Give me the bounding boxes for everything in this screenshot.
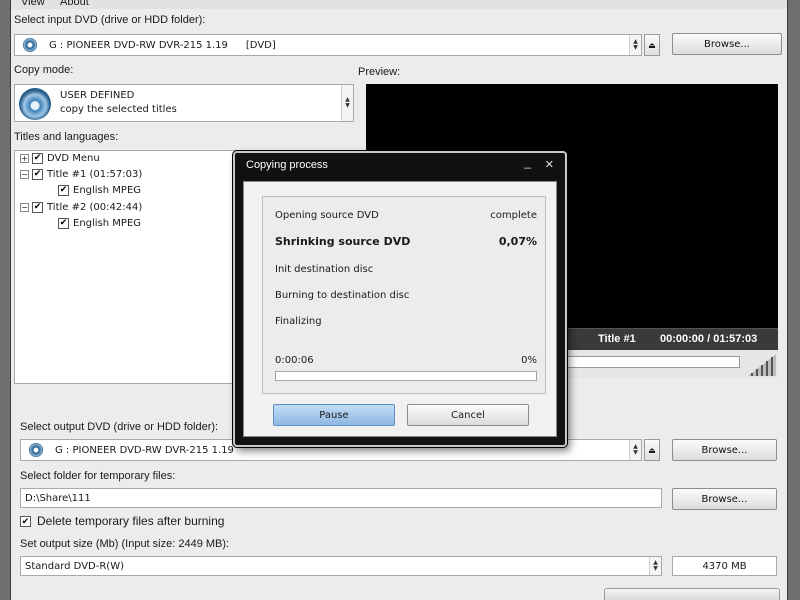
tree-item-title-2-audio[interactable]: ✔ English MPEG: [58, 218, 141, 229]
tree-item-title-1[interactable]: − ✔ Title #1 (01:57:03): [20, 169, 142, 180]
copying-process-dialog: Copying process _ ✕ Opening source DVD c…: [233, 151, 567, 447]
step-opening-status: complete: [490, 210, 537, 221]
delete-temp-checkbox[interactable]: ✔: [20, 515, 31, 527]
output-size-select[interactable]: Standard DVD-R(W) ▲ ▼: [20, 556, 662, 576]
dialog-minimize-button[interactable]: _: [524, 155, 531, 169]
output-dvd-label: Select output DVD (drive or HDD folder):: [20, 421, 219, 433]
expand-icon[interactable]: +: [20, 154, 29, 163]
cancel-button[interactable]: Cancel: [407, 404, 529, 426]
collapse-icon[interactable]: −: [20, 203, 29, 212]
output-size-spin[interactable]: ▲ ▼: [649, 557, 661, 575]
user-defined-icon: [19, 88, 51, 120]
titles-tree[interactable]: + ✔ DVD Menu − ✔ Title #1 (01:57:03) ✔ E…: [14, 150, 246, 384]
pause-button[interactable]: Pause: [273, 404, 395, 426]
output-dvd-spin[interactable]: ▲ ▼: [629, 440, 641, 460]
input-drive-type: [DVD]: [245, 39, 276, 51]
temp-browse-button[interactable]: Browse...: [672, 488, 777, 510]
input-drive-text: G : PIONEER DVD-RW DVR-215 1.19: [49, 39, 228, 51]
dialog-body: Opening source DVD complete Shrinking so…: [243, 181, 557, 437]
step-burning-name: Burning to destination disc: [275, 290, 410, 301]
menu-view[interactable]: View: [21, 0, 45, 8]
start-button[interactable]: [604, 588, 780, 600]
step-finalizing-name: Finalizing: [275, 316, 322, 327]
progress-bar: [275, 371, 537, 381]
temp-folder-label: Select folder for temporary files:: [20, 470, 176, 482]
checkbox-icon[interactable]: ✔: [32, 169, 43, 180]
progress-percent: 0%: [521, 355, 537, 366]
copy-mode-label: Copy mode:: [14, 64, 74, 76]
progress-steps-panel: Opening source DVD complete Shrinking so…: [262, 196, 546, 394]
output-browse-button[interactable]: Browse...: [672, 439, 777, 461]
titles-label: Titles and languages:: [14, 131, 119, 143]
checkbox-icon[interactable]: ✔: [32, 202, 43, 213]
preview-seek-bar[interactable]: [566, 356, 740, 368]
collapse-icon[interactable]: −: [20, 170, 29, 179]
preview-title: Title #1: [598, 333, 636, 345]
checkbox-icon[interactable]: ✔: [32, 153, 43, 164]
window-frame-right: [788, 0, 800, 600]
input-dvd-select[interactable]: G : PIONEER DVD-RW DVR-215 1.19 [DVD] ▲ ▼: [14, 34, 642, 56]
menu-about[interactable]: About: [60, 0, 89, 8]
tree-item-dvd-menu[interactable]: + ✔ DVD Menu: [20, 153, 100, 164]
tree-item-title-2[interactable]: − ✔ Title #2 (00:42:44): [20, 202, 142, 213]
copy-mode-select[interactable]: USER DEFINED copy the selected titles ▲ ▼: [14, 84, 354, 122]
tree-item-title-1-audio[interactable]: ✔ English MPEG: [58, 185, 141, 196]
copy-mode-spin[interactable]: ▲ ▼: [341, 85, 353, 121]
window-frame-left: [0, 0, 10, 600]
output-size-mb[interactable]: 4370 MB: [672, 556, 777, 576]
dialog-close-button[interactable]: ✕: [545, 158, 554, 171]
checkbox-icon[interactable]: ✔: [58, 185, 69, 196]
input-dvd-spin[interactable]: ▲ ▼: [629, 35, 641, 55]
delete-temp-checkbox-row[interactable]: ✔ Delete temporary files after burning: [20, 514, 224, 528]
copy-mode-subtitle: copy the selected titles: [60, 104, 177, 115]
output-drive-text: G : PIONEER DVD-RW DVR-215 1.19: [55, 444, 234, 456]
output-size-label: Set output size (Mb) (Input size: 2449 M…: [20, 538, 230, 550]
preview-label: Preview:: [358, 66, 401, 78]
preview-time: 00:00:00 / 01:57:03: [660, 333, 758, 345]
window-frame-right-edge: [787, 0, 788, 600]
eject-icon[interactable]: ⏏: [644, 439, 660, 461]
copy-mode-title: USER DEFINED: [60, 90, 135, 101]
checkbox-icon[interactable]: ✔: [58, 218, 69, 229]
temp-folder-input[interactable]: D:\Share\111: [20, 488, 662, 508]
step-opening-name: Opening source DVD: [275, 210, 379, 221]
eject-icon[interactable]: ⏏: [644, 34, 660, 56]
dvd-disc-icon: [29, 443, 43, 457]
volume-icon[interactable]: [748, 354, 776, 376]
output-size-value: Standard DVD-R(W): [25, 560, 124, 572]
temp-folder-path: D:\Share\111: [25, 492, 91, 504]
input-browse-button[interactable]: Browse...: [672, 33, 782, 55]
step-init-name: Init destination disc: [275, 264, 374, 275]
step-shrinking-name: Shrinking source DVD: [275, 235, 411, 248]
input-dvd-label: Select input DVD (drive or HDD folder):: [14, 14, 206, 26]
dialog-title: Copying process: [246, 159, 328, 171]
dvd-disc-icon: [23, 38, 37, 52]
elapsed-time: 0:00:06: [275, 355, 314, 366]
menu-bar: View About: [11, 0, 787, 9]
window-frame-left-edge: [10, 0, 11, 600]
delete-temp-label: Delete temporary files after burning: [37, 514, 225, 528]
step-shrinking-status: 0,07%: [498, 235, 537, 248]
